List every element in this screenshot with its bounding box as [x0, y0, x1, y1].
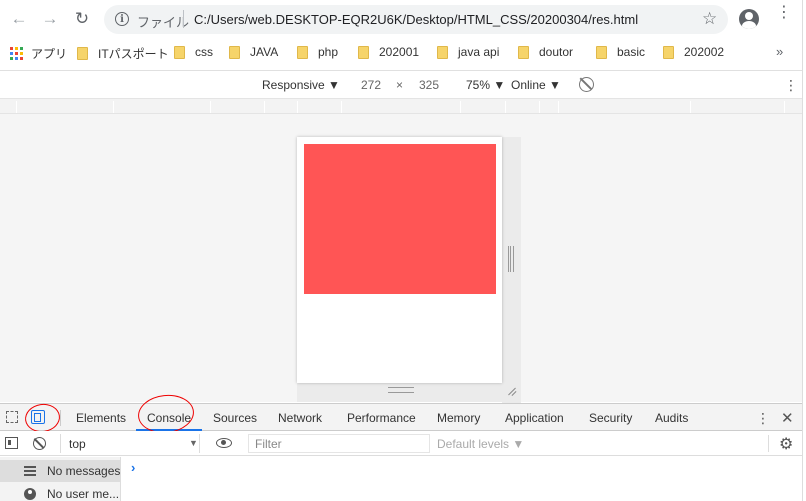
folder-icon — [437, 45, 448, 59]
inspect-element-icon[interactable] — [6, 411, 18, 423]
width-resize-handle[interactable] — [508, 246, 514, 272]
console-toolbar: top ▼ Default levels ▼ ⚙ — [0, 431, 806, 456]
folder-icon — [518, 45, 529, 59]
tab-audits[interactable]: Audits — [655, 411, 688, 425]
folder-icon — [297, 45, 308, 59]
bookmark-folder[interactable]: JAVA — [229, 45, 278, 59]
tab-application[interactable]: Application — [505, 411, 564, 425]
bookmark-star-icon[interactable]: ☆ — [702, 9, 717, 29]
close-icon[interactable]: ✕ — [781, 409, 794, 427]
user-icon — [24, 488, 36, 500]
bookmark-folder[interactable]: basic — [596, 45, 645, 59]
bookmark-folder[interactable]: 202002 — [663, 45, 724, 59]
bookmark-label: JAVA — [250, 45, 279, 59]
window-edge — [802, 0, 806, 501]
emulated-page — [297, 137, 502, 383]
profile-avatar-icon[interactable] — [739, 9, 759, 29]
address-bar[interactable]: i ファイル C:/Users/web.DESKTOP-EQR2U6K/Desk… — [104, 5, 728, 34]
bookmark-folder[interactable]: css — [174, 45, 213, 59]
network-throttle-select[interactable]: Online ▼ — [511, 78, 561, 92]
url-text[interactable]: C:/Users/web.DESKTOP-EQR2U6K/Desktop/HTM… — [194, 12, 638, 27]
zoom-select[interactable]: 75% ▼ — [466, 78, 505, 92]
live-expression-eye-icon[interactable] — [216, 438, 232, 448]
devtools-tab-bar: Elements Console Sources Network Perform… — [0, 403, 806, 431]
sidebar-item-label: No user me... — [47, 487, 120, 501]
folder-icon — [358, 45, 369, 59]
filter-input[interactable] — [248, 434, 430, 453]
bookmark-folder[interactable]: java api — [437, 45, 499, 59]
divider — [183, 10, 184, 28]
bookmark-label: php — [318, 45, 339, 59]
emulated-viewport-area — [0, 114, 806, 404]
browser-toolbar: ← → ↻ i ファイル C:/Users/web.DESKTOP-EQR2U6… — [0, 0, 806, 38]
bookmark-apps[interactable]: アプリ — [10, 45, 67, 62]
width-input[interactable]: 272 — [361, 78, 381, 92]
folder-icon — [77, 47, 88, 60]
console-prompt-icon[interactable]: › — [131, 460, 135, 475]
bookmark-label: 202001 — [379, 45, 420, 59]
device-toolbar-menu-icon[interactable]: ⋮ — [784, 77, 798, 94]
divider — [60, 410, 61, 426]
scheme-label: ファイル — [137, 15, 190, 30]
dimension-times: × — [396, 78, 404, 92]
chevron-down-icon: ▼ — [189, 438, 198, 448]
console-sidebar-toggle-icon[interactable] — [5, 437, 18, 449]
red-box — [304, 144, 496, 294]
sidebar-item-messages[interactable]: No messages — [0, 460, 121, 482]
sidebar-item-user-messages[interactable]: No user me... — [0, 483, 121, 501]
corner-resize-handle[interactable] — [505, 385, 517, 397]
rotate-disabled-icon[interactable] — [579, 77, 594, 92]
tab-elements[interactable]: Elements — [76, 411, 126, 425]
folder-icon — [174, 45, 185, 59]
bookmarks-overflow-chevron-icon[interactable]: » — [776, 44, 783, 59]
tab-performance[interactable]: Performance — [347, 411, 416, 425]
media-query-ruler[interactable] — [0, 98, 806, 114]
bookmarks-bar: アプリ ITパスポート css JAVA php 202001 java api… — [0, 38, 806, 66]
list-icon — [24, 466, 36, 476]
info-icon[interactable]: i — [115, 12, 129, 26]
bookmark-label: java api — [458, 45, 500, 59]
context-select[interactable]: top ▼ — [60, 434, 200, 453]
folder-icon — [663, 45, 674, 59]
forward-arrow-icon[interactable]: → — [39, 8, 61, 30]
console-sidebar: No messages No user me... — [0, 457, 121, 501]
sidebar-item-label: No messages — [47, 464, 121, 478]
clear-console-icon[interactable] — [33, 437, 46, 450]
folder-icon — [596, 45, 607, 59]
bookmark-folder[interactable]: ITパスポート — [77, 45, 169, 62]
bookmark-folder[interactable]: 202001 — [358, 45, 419, 59]
tab-memory[interactable]: Memory — [437, 411, 480, 425]
bookmark-label: アプリ — [31, 47, 68, 61]
gear-icon[interactable]: ⚙ — [779, 434, 793, 454]
kebab-menu-icon[interactable]: ⋮ — [776, 5, 792, 21]
bookmark-folder[interactable]: php — [297, 45, 338, 59]
reload-icon[interactable]: ↻ — [71, 8, 93, 30]
bookmark-folder[interactable]: doutor — [518, 45, 573, 59]
devtools-menu-icon[interactable]: ⋮ — [756, 410, 770, 427]
tab-sources[interactable]: Sources — [213, 411, 257, 425]
height-input[interactable]: 325 — [419, 78, 439, 92]
divider — [768, 435, 769, 452]
bookmark-label: css — [195, 45, 213, 59]
back-arrow-icon[interactable]: ← — [8, 8, 30, 30]
device-toolbar: Responsive ▼ 272 × 325 75% ▼ Online ▼ ⋮ — [0, 70, 806, 98]
folder-icon — [229, 45, 240, 59]
bookmark-label: ITパスポート — [98, 47, 169, 61]
bookmark-label: doutor — [539, 45, 574, 59]
context-label: top — [69, 437, 86, 451]
bookmark-label: 202002 — [684, 45, 725, 59]
log-levels-select[interactable]: Default levels ▼ — [437, 437, 524, 451]
tab-security[interactable]: Security — [589, 411, 632, 425]
tab-network[interactable]: Network — [278, 411, 322, 425]
height-resize-handle[interactable] — [388, 387, 414, 393]
device-select[interactable]: Responsive ▼ — [262, 78, 340, 92]
apps-grid-icon — [10, 47, 23, 60]
bookmark-label: basic — [617, 45, 646, 59]
